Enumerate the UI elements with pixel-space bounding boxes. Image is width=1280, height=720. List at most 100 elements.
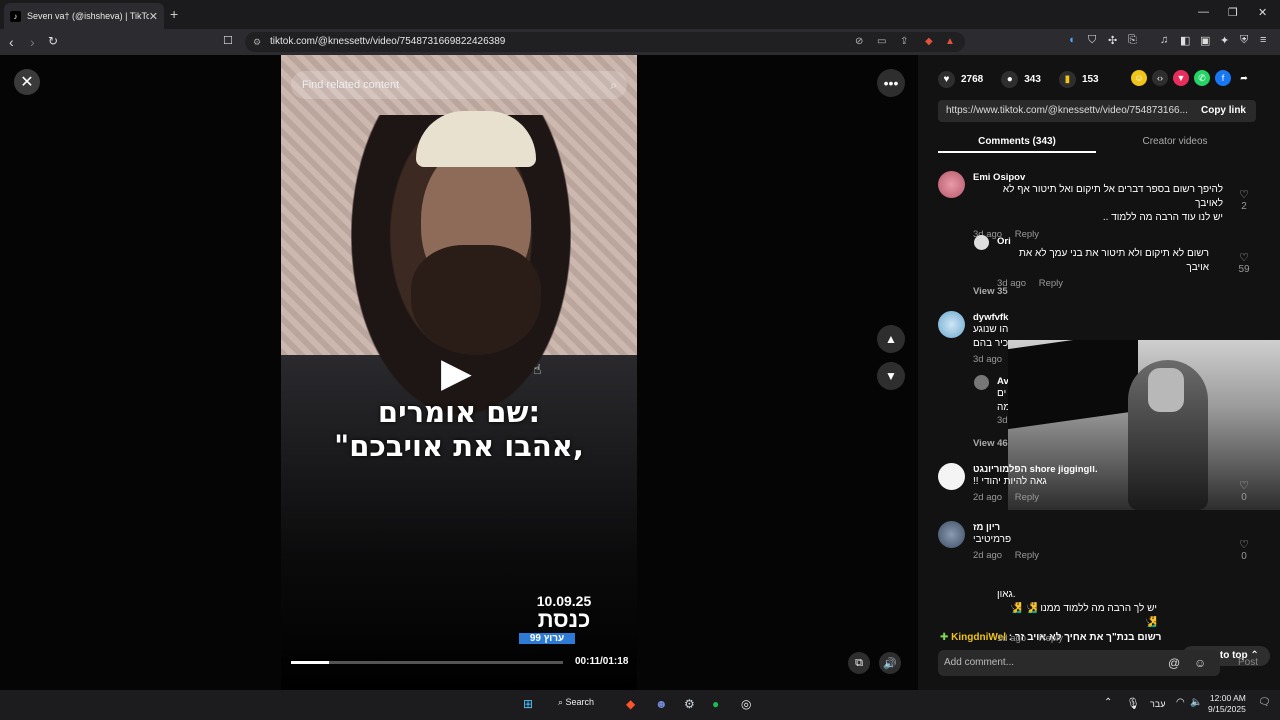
audio-icon[interactable]: ◖ — [1068, 34, 1075, 46]
ai-icon[interactable]: ✦ — [1220, 34, 1229, 47]
comment-item: גאון. יש לך הרבה מה ללמוד ממנו 🧏‍♂️ 🧏‍♂️… — [997, 588, 1187, 644]
emoji-icon[interactable]: ☺ — [1194, 650, 1206, 676]
avatar[interactable] — [938, 521, 965, 548]
knesset-logo: 10.09.25 כנסת ערוץ 99 — [519, 593, 609, 653]
chevron-up-icon[interactable]: ▲ — [877, 325, 905, 353]
comment-author[interactable]: dywfvfk — [973, 312, 1013, 323]
forward-icon[interactable]: › — [30, 34, 35, 50]
notification-icon[interactable]: 🗨 — [1258, 697, 1271, 708]
reply-button[interactable]: Reply — [1039, 278, 1063, 289]
screenshot-icon[interactable]: ⎘ — [1128, 34, 1137, 47]
tab-creator-videos[interactable]: Creator videos — [1096, 133, 1254, 151]
mention-icon[interactable]: @ — [1168, 650, 1180, 676]
chevron-down-icon[interactable]: ▼ — [877, 362, 905, 390]
brave-browser-icon[interactable]: ◆ — [626, 697, 635, 711]
video-link-field[interactable]: https://www.tiktok.com/@knessettv/video/… — [938, 100, 1256, 122]
browser-tab[interactable]: ♪ Seven va† (@ishsheva) | TikTok ✕ — [4, 3, 164, 29]
comment-author[interactable]: ריון מז — [973, 522, 1223, 533]
comment-like-button[interactable]: ♡ 0 — [1234, 479, 1254, 503]
comment-author[interactable]: Emi Osipov — [973, 172, 1223, 183]
heart-outline-icon: ♡ — [1239, 252, 1249, 264]
share-page-icon[interactable]: ⇪ — [900, 32, 908, 52]
view-replies-button[interactable]: View 46 — [973, 438, 1008, 449]
more-options-icon[interactable]: ••• — [877, 69, 905, 97]
rewards-icon[interactable]: ▲ — [945, 32, 955, 52]
reply-button[interactable]: Reply — [1015, 550, 1039, 561]
avatar[interactable] — [974, 375, 989, 390]
floating-player-icon[interactable]: ⧉ — [848, 652, 870, 674]
reply-button[interactable]: Reply — [1039, 633, 1063, 644]
extensions-icon[interactable]: ✣ — [1108, 34, 1117, 47]
reply-button[interactable]: Reply — [1015, 492, 1039, 503]
tab-comments[interactable]: Comments (343) — [938, 133, 1096, 153]
chevron-up-icon[interactable]: ⌃ — [1104, 697, 1112, 708]
new-tab-button[interactable]: + — [170, 6, 178, 22]
play-icon[interactable]: ▶ — [441, 350, 472, 396]
friends-share-icon[interactable]: ☺ — [1131, 70, 1147, 86]
comment-author[interactable]: Ori — [997, 236, 1212, 247]
brave-shield-icon[interactable]: ◆ — [925, 32, 933, 52]
avatar[interactable] — [938, 171, 965, 198]
video-player[interactable]: Find related content ⌕ ▶ ☝ שם אומרים: "א… — [281, 55, 637, 690]
clock-time: 12:00 AM — [1209, 693, 1246, 703]
taskbar-search[interactable]: ⌕ Search — [558, 697, 594, 708]
facebook-icon[interactable]: f — [1215, 70, 1231, 86]
url-field[interactable]: ⚙ tiktok.com/@knessettv/video/7548731669… — [245, 32, 965, 52]
comment-like-button[interactable]: ♡ 2 — [1234, 188, 1254, 212]
whatsapp-icon[interactable]: ✆ — [1194, 70, 1210, 86]
reload-icon[interactable]: ↻ — [48, 34, 58, 48]
spotify-icon[interactable]: ● — [712, 697, 719, 711]
avatar[interactable] — [974, 235, 989, 250]
shield-icon[interactable]: ⛨ — [1240, 34, 1248, 47]
add-comment-input[interactable]: Add comment... @ ☺ — [938, 650, 1220, 676]
close-icon[interactable]: ✕ — [14, 69, 40, 95]
view-replies-button[interactable]: View 35 — [973, 286, 1008, 297]
site-info-icon[interactable]: ⚙ — [253, 32, 261, 52]
like-button[interactable]: ♥ 2768 — [938, 70, 983, 88]
menu-icon[interactable]: ≡ — [1260, 34, 1266, 46]
discord-icon[interactable]: ☻ — [655, 697, 668, 711]
music-icon[interactable]: ♫ — [1160, 34, 1168, 46]
language-indicator[interactable]: עבר — [1150, 699, 1165, 709]
vpn-icon[interactable]: ⛉ — [1088, 34, 1096, 47]
search-icon[interactable]: ⌕ — [610, 71, 617, 99]
close-tab-button[interactable]: ✕ — [149, 10, 158, 23]
wallet-icon[interactable]: ▣ — [1200, 34, 1210, 47]
chrome-icon[interactable]: ◎ — [741, 697, 751, 711]
send-icon[interactable]: ▼ — [1173, 70, 1189, 86]
bookmark-icon[interactable]: ☐ — [223, 34, 233, 47]
avatar[interactable] — [938, 311, 965, 338]
post-button[interactable]: Post — [1238, 657, 1258, 668]
comment-like-count: 0 — [1241, 492, 1247, 503]
minimize-icon[interactable]: — — [1198, 6, 1209, 18]
comment-item: הפלמוריונגט shore jiggingוו. !! גאה להיו… — [973, 464, 1223, 503]
tab-title: Seven va† (@ishsheva) | TikTok — [27, 11, 149, 21]
comment-like-button[interactable]: ♡ 59 — [1234, 251, 1254, 275]
comment-meta: 2d ago Reply — [973, 492, 1223, 503]
embed-icon[interactable]: ‹› — [1152, 70, 1168, 86]
copy-link-button[interactable]: Copy link — [1201, 100, 1246, 122]
share-arrow-icon[interactable]: ➦ — [1236, 70, 1252, 86]
steam-icon[interactable]: ⚙ — [684, 697, 695, 711]
video-progress-bar[interactable] — [291, 661, 563, 664]
wifi-icon[interactable]: ◠ — [1176, 697, 1185, 708]
maximize-icon[interactable]: ❐ — [1228, 6, 1238, 19]
comment-author[interactable]: הפלמוריונגט shore jiggingוו. — [973, 464, 1223, 475]
avatar[interactable] — [938, 463, 965, 490]
search-placeholder: Find related content — [302, 79, 400, 91]
favorite-button[interactable]: ▮ 153 — [1058, 70, 1099, 88]
back-icon[interactable]: ‹ — [9, 34, 14, 50]
close-window-icon[interactable]: ✕ — [1258, 6, 1267, 19]
windows-start-icon[interactable]: ⊞ — [523, 697, 533, 711]
add-comment-placeholder: Add comment... — [944, 657, 1015, 668]
related-search-input[interactable]: Find related content ⌕ — [291, 71, 627, 99]
comment-like-button[interactable]: ♡ 0 — [1234, 538, 1254, 562]
taskbar-clock[interactable]: 12:00 AM 9/15/2025 — [1208, 693, 1246, 715]
cast-icon[interactable]: ▭ — [877, 32, 886, 52]
microphone-icon[interactable]: 🎙 — [1126, 697, 1140, 710]
no-tracking-icon[interactable]: ⊘ — [855, 32, 863, 52]
comment-button[interactable]: ● 343 — [1001, 70, 1041, 88]
volume-icon[interactable]: 🔊 — [879, 652, 901, 674]
speaker-icon[interactable]: 🔈 — [1190, 697, 1202, 708]
sidebar-icon[interactable]: ◧ — [1180, 34, 1190, 47]
